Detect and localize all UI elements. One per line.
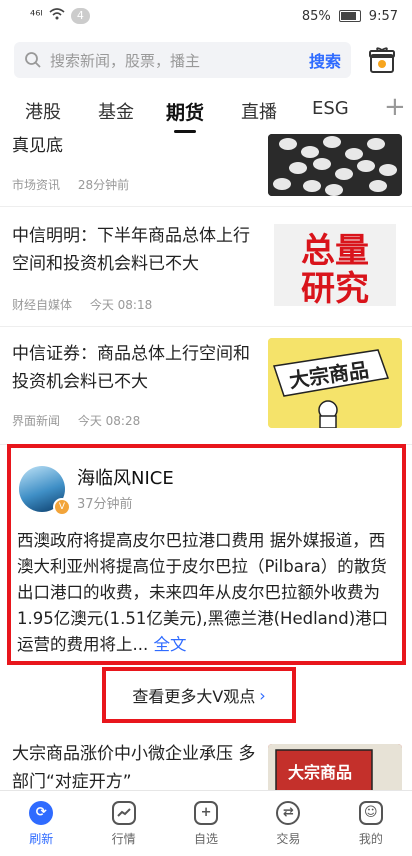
- news-item[interactable]: 中信证券：商品总体上行空间和投资机会料已不大 界面新闻 今天 08:28 大宗商…: [0, 326, 412, 445]
- influencer-post[interactable]: V 海临风NICE 37分钟前 西澳政府将提高皮尔巴拉港口费用 据外媒报道，西澳…: [7, 444, 406, 665]
- news-title: 真见底: [12, 136, 63, 156]
- search-row: 搜索新闻，股票，播主 搜索: [0, 40, 412, 84]
- verified-icon: V: [53, 498, 71, 516]
- news-item[interactable]: 中信明明：下半年商品总体上行空间和投资机会料已不大 财经自媒体 今天 08:18…: [0, 206, 412, 327]
- news-title: 中信明明：下半年商品总体上行空间和投资机会料已不大: [12, 226, 250, 274]
- news-title: 大宗商品涨价中小微企业承压 多部门“对症开方”: [12, 744, 256, 792]
- add-tab-icon[interactable]: +: [384, 92, 406, 122]
- post-body: 西澳政府将提高皮尔巴拉港口费用 据外媒报道，西澳大利亚州将提高位于皮尔巴拉（Pi…: [17, 528, 401, 658]
- news-item[interactable]: 真见底 市场资讯 28分钟前: [0, 134, 412, 207]
- news-time: 今天 08:18: [89, 298, 153, 312]
- chart-icon: [111, 800, 136, 825]
- notification-badge: 4: [70, 8, 90, 24]
- bottom-nav: ⟳ 刷新 行情 + 自选 ⇄ 交易 ☺ 我的: [0, 790, 412, 856]
- news-thumbnail: 大宗商品: [268, 338, 402, 428]
- search-input[interactable]: 搜索新闻，股票，播主 搜索: [14, 42, 351, 78]
- refresh-icon: ⟳: [29, 800, 54, 825]
- tab-funds[interactable]: 基金: [98, 98, 134, 124]
- thumb-text-bottom: 研究: [301, 269, 369, 309]
- search-placeholder: 搜索新闻，股票，播主: [50, 51, 201, 70]
- nav-market[interactable]: 行情: [82, 791, 164, 856]
- tab-hk-stocks[interactable]: 港股: [25, 98, 61, 124]
- influencer-name[interactable]: 海临风NICE: [77, 464, 174, 490]
- search-button[interactable]: 搜索: [309, 48, 341, 72]
- thumb-text: 大宗商品: [288, 763, 352, 782]
- nav-trade[interactable]: ⇄ 交易: [247, 791, 329, 856]
- more-button-label: 查看更多大V观点: [132, 687, 256, 706]
- gift-icon[interactable]: [369, 46, 395, 74]
- news-thumbnail: [268, 134, 402, 196]
- wifi-icon: [49, 8, 65, 24]
- news-thumbnail: 总量 研究: [268, 220, 402, 310]
- clock: 9:57: [368, 8, 398, 24]
- nav-profile[interactable]: ☺ 我的: [330, 791, 412, 856]
- news-time: 28分钟前: [77, 178, 130, 192]
- category-tabs: 港股 基金 期货 直播 ESG +: [0, 88, 412, 134]
- signal-icon: ⁴⁶ᴵ: [30, 8, 43, 24]
- post-text: 西澳政府将提高皮尔巴拉港口费用 据外媒报道，西澳大利亚州将提高位于皮尔巴拉（Pi…: [17, 531, 389, 654]
- nav-label: 交易: [276, 831, 301, 846]
- post-time: 37分钟前: [77, 497, 133, 512]
- nav-label: 自选: [194, 831, 219, 846]
- battery-icon: [338, 10, 361, 22]
- battery-percent: 85%: [301, 8, 331, 24]
- news-title: 中信证券：商品总体上行空间和投资机会料已不大: [12, 344, 250, 392]
- news-item[interactable]: 大宗商品涨价中小微企业承压 多部门“对症开方” 大宗商品: [0, 734, 412, 800]
- plus-square-icon: +: [194, 800, 219, 825]
- nav-refresh[interactable]: ⟳ 刷新: [0, 791, 82, 856]
- tab-esg[interactable]: ESG: [312, 98, 349, 119]
- full-text-link[interactable]: 全文: [154, 635, 187, 654]
- news-time: 今天 08:28: [77, 414, 141, 428]
- more-influencer-views-button[interactable]: 查看更多大V观点 ›: [102, 667, 296, 723]
- profile-icon: ☺: [358, 800, 383, 825]
- news-source: 市场资讯: [12, 178, 61, 192]
- tab-futures[interactable]: 期货: [166, 98, 204, 125]
- tab-live[interactable]: 直播: [241, 98, 277, 124]
- thumb-text-top: 总量: [301, 231, 369, 271]
- nav-label: 行情: [111, 831, 136, 846]
- search-icon: [25, 52, 41, 68]
- chevron-right-icon: ›: [259, 685, 266, 705]
- status-bar: ⁴⁶ᴵ 4 85% 9:57: [0, 0, 412, 32]
- nav-label: 刷新: [29, 831, 54, 846]
- exchange-icon: ⇄: [276, 800, 301, 825]
- news-source: 界面新闻: [12, 414, 61, 428]
- nav-label: 我的: [358, 831, 383, 846]
- news-source: 财经自媒体: [12, 298, 73, 312]
- nav-watchlist[interactable]: + 自选: [165, 791, 247, 856]
